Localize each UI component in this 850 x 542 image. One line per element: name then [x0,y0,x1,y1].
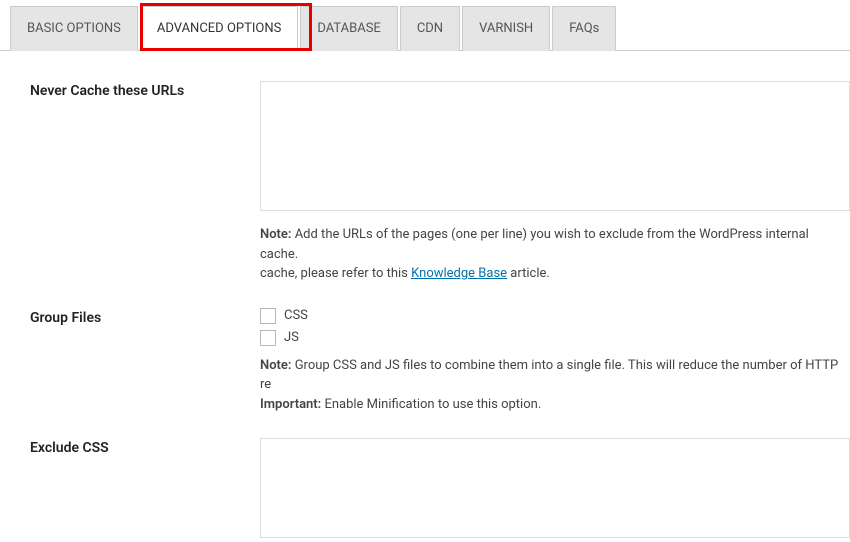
note-text: Group CSS and JS files to combine them i… [260,358,838,393]
tabs-bar: BASIC OPTIONS ADVANCED OPTIONS DATABASE … [0,5,850,51]
note-label: Note: [260,358,291,373]
tab-content: Never Cache these URLs Note: Add the URL… [0,51,850,542]
group-files-note: Note: Group CSS and JS files to combine … [260,356,850,415]
checkbox-line-js: JS [260,330,850,346]
checkbox-js[interactable] [260,330,276,346]
note-text-3: article. [507,266,550,281]
checkbox-line-css: CSS [260,308,850,324]
note-label: Note: [260,227,291,242]
exclude-css-textarea[interactable] [260,438,850,538]
tab-faqs[interactable]: FAQs [552,6,616,51]
tab-advanced-options[interactable]: ADVANCED OPTIONS [140,6,298,51]
important-text: Enable Minification to use this option. [321,397,541,412]
note-text-1: Add the URLs of the pages (one per line)… [260,227,809,262]
row-never-cache: Never Cache these URLs Note: Add the URL… [30,81,850,284]
knowledge-base-link[interactable]: Knowledge Base [411,266,507,281]
checkbox-js-label: JS [284,330,299,345]
important-label: Important: [260,397,321,412]
tab-basic-options[interactable]: BASIC OPTIONS [10,6,138,51]
row-exclude-css: Exclude CSS [30,438,850,542]
label-never-cache: Never Cache these URLs [30,81,260,284]
tab-database[interactable]: DATABASE [300,6,397,51]
label-exclude-css: Exclude CSS [30,438,260,542]
never-cache-textarea[interactable] [260,81,850,211]
checkbox-css-label: CSS [284,308,308,323]
tab-cdn[interactable]: CDN [400,6,460,51]
checkbox-css[interactable] [260,308,276,324]
note-text-2: cache, please refer to this [260,266,411,281]
label-group-files: Group Files [30,308,260,415]
tab-varnish[interactable]: VARNISH [462,6,550,51]
row-group-files: Group Files CSS JS Note: Group CSS and J… [30,308,850,415]
never-cache-note: Note: Add the URLs of the pages (one per… [260,225,850,284]
